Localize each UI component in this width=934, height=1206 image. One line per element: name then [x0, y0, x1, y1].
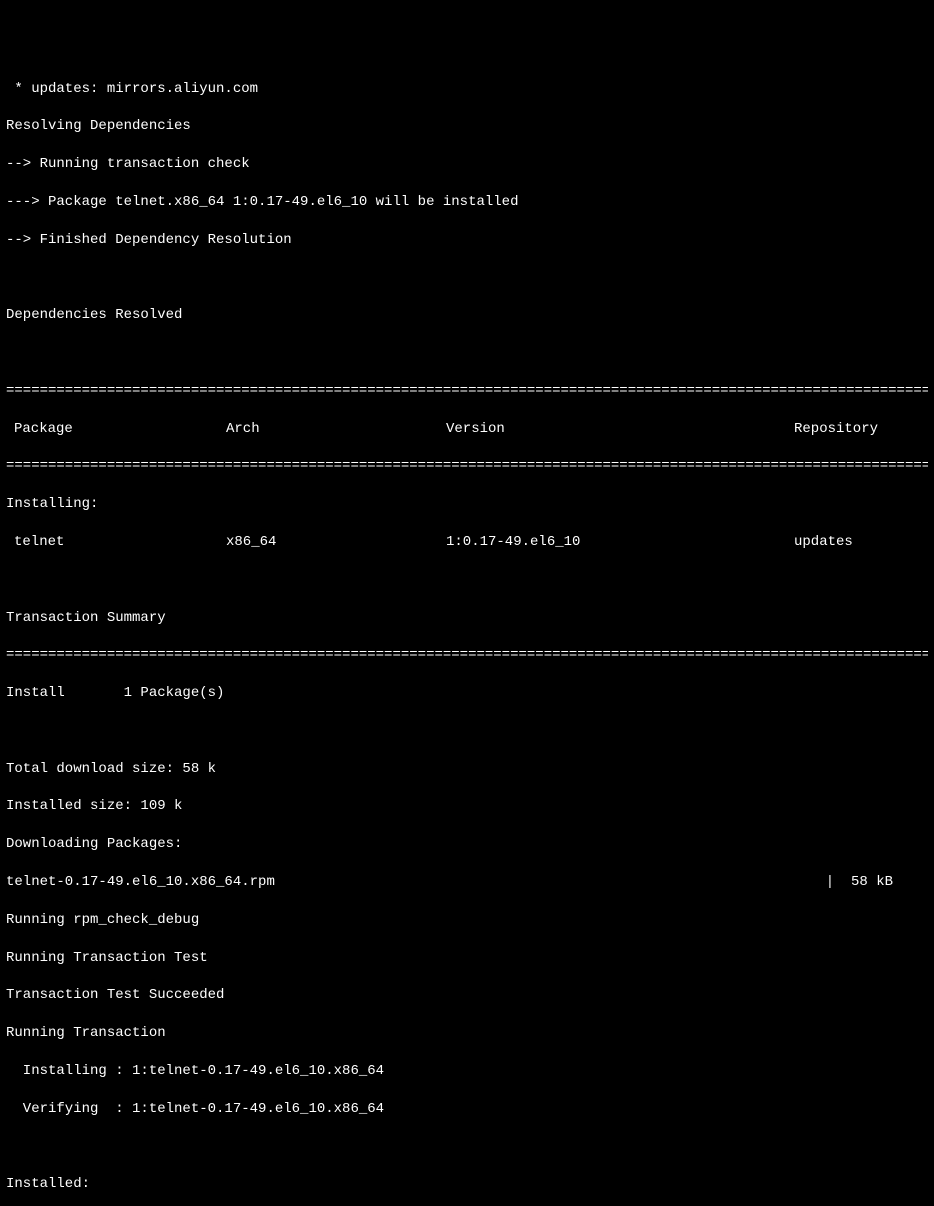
download-progress-row: telnet-0.17-49.el6_10.x86_64.rpm | 58 kB: [6, 873, 928, 892]
total-download-size-line: Total download size: 58 k: [6, 760, 928, 779]
running-transaction-line: Running Transaction: [6, 1024, 928, 1043]
blank-line: [6, 344, 928, 363]
rpm-check-debug-line: Running rpm_check_debug: [6, 911, 928, 930]
cell-version: 1:0.17-49.el6_10: [446, 533, 794, 552]
transaction-test-line: Running Transaction Test: [6, 949, 928, 968]
updates-mirror-line: * updates: mirrors.aliyun.com: [6, 80, 928, 99]
finished-resolution-line: --> Finished Dependency Resolution: [6, 231, 928, 250]
installing-step-line: Installing : 1:telnet-0.17-49.el6_10.x86…: [6, 1062, 928, 1081]
deps-resolved-line: Dependencies Resolved: [6, 306, 928, 325]
blank-line: [6, 571, 928, 590]
header-repository: Repository: [794, 420, 928, 439]
divider: ========================================…: [6, 457, 928, 476]
blank-line: [6, 268, 928, 287]
installed-size-line: Installed size: 109 k: [6, 797, 928, 816]
installing-section-label: Installing:: [6, 495, 928, 514]
header-arch: Arch: [226, 420, 446, 439]
install-count-line: Install 1 Package(s): [6, 684, 928, 703]
divider: ========================================…: [6, 382, 928, 401]
blank-line: [6, 1137, 928, 1156]
header-version: Version: [446, 420, 794, 439]
resolving-deps-line: Resolving Dependencies: [6, 117, 928, 136]
table-row: telnet x86_64 1:0.17-49.el6_10 updates: [6, 533, 928, 552]
transaction-test-ok-line: Transaction Test Succeeded: [6, 986, 928, 1005]
rpm-file-size: | 58 kB: [826, 873, 928, 892]
divider: ========================================…: [6, 646, 928, 665]
header-package: Package: [6, 420, 226, 439]
running-check-line: --> Running transaction check: [6, 155, 928, 174]
cell-package: telnet: [6, 533, 226, 552]
blank-line: [6, 722, 928, 741]
verifying-step-line: Verifying : 1:telnet-0.17-49.el6_10.x86_…: [6, 1100, 928, 1119]
cell-repository: updates: [794, 533, 928, 552]
rpm-file-name: telnet-0.17-49.el6_10.x86_64.rpm: [6, 873, 826, 892]
cell-arch: x86_64: [226, 533, 446, 552]
downloading-packages-line: Downloading Packages:: [6, 835, 928, 854]
transaction-summary-title: Transaction Summary: [6, 609, 928, 628]
installed-header-line: Installed:: [6, 1175, 928, 1194]
package-install-line: ---> Package telnet.x86_64 1:0.17-49.el6…: [6, 193, 928, 212]
table-header-row: Package Arch Version Repository: [6, 420, 928, 439]
